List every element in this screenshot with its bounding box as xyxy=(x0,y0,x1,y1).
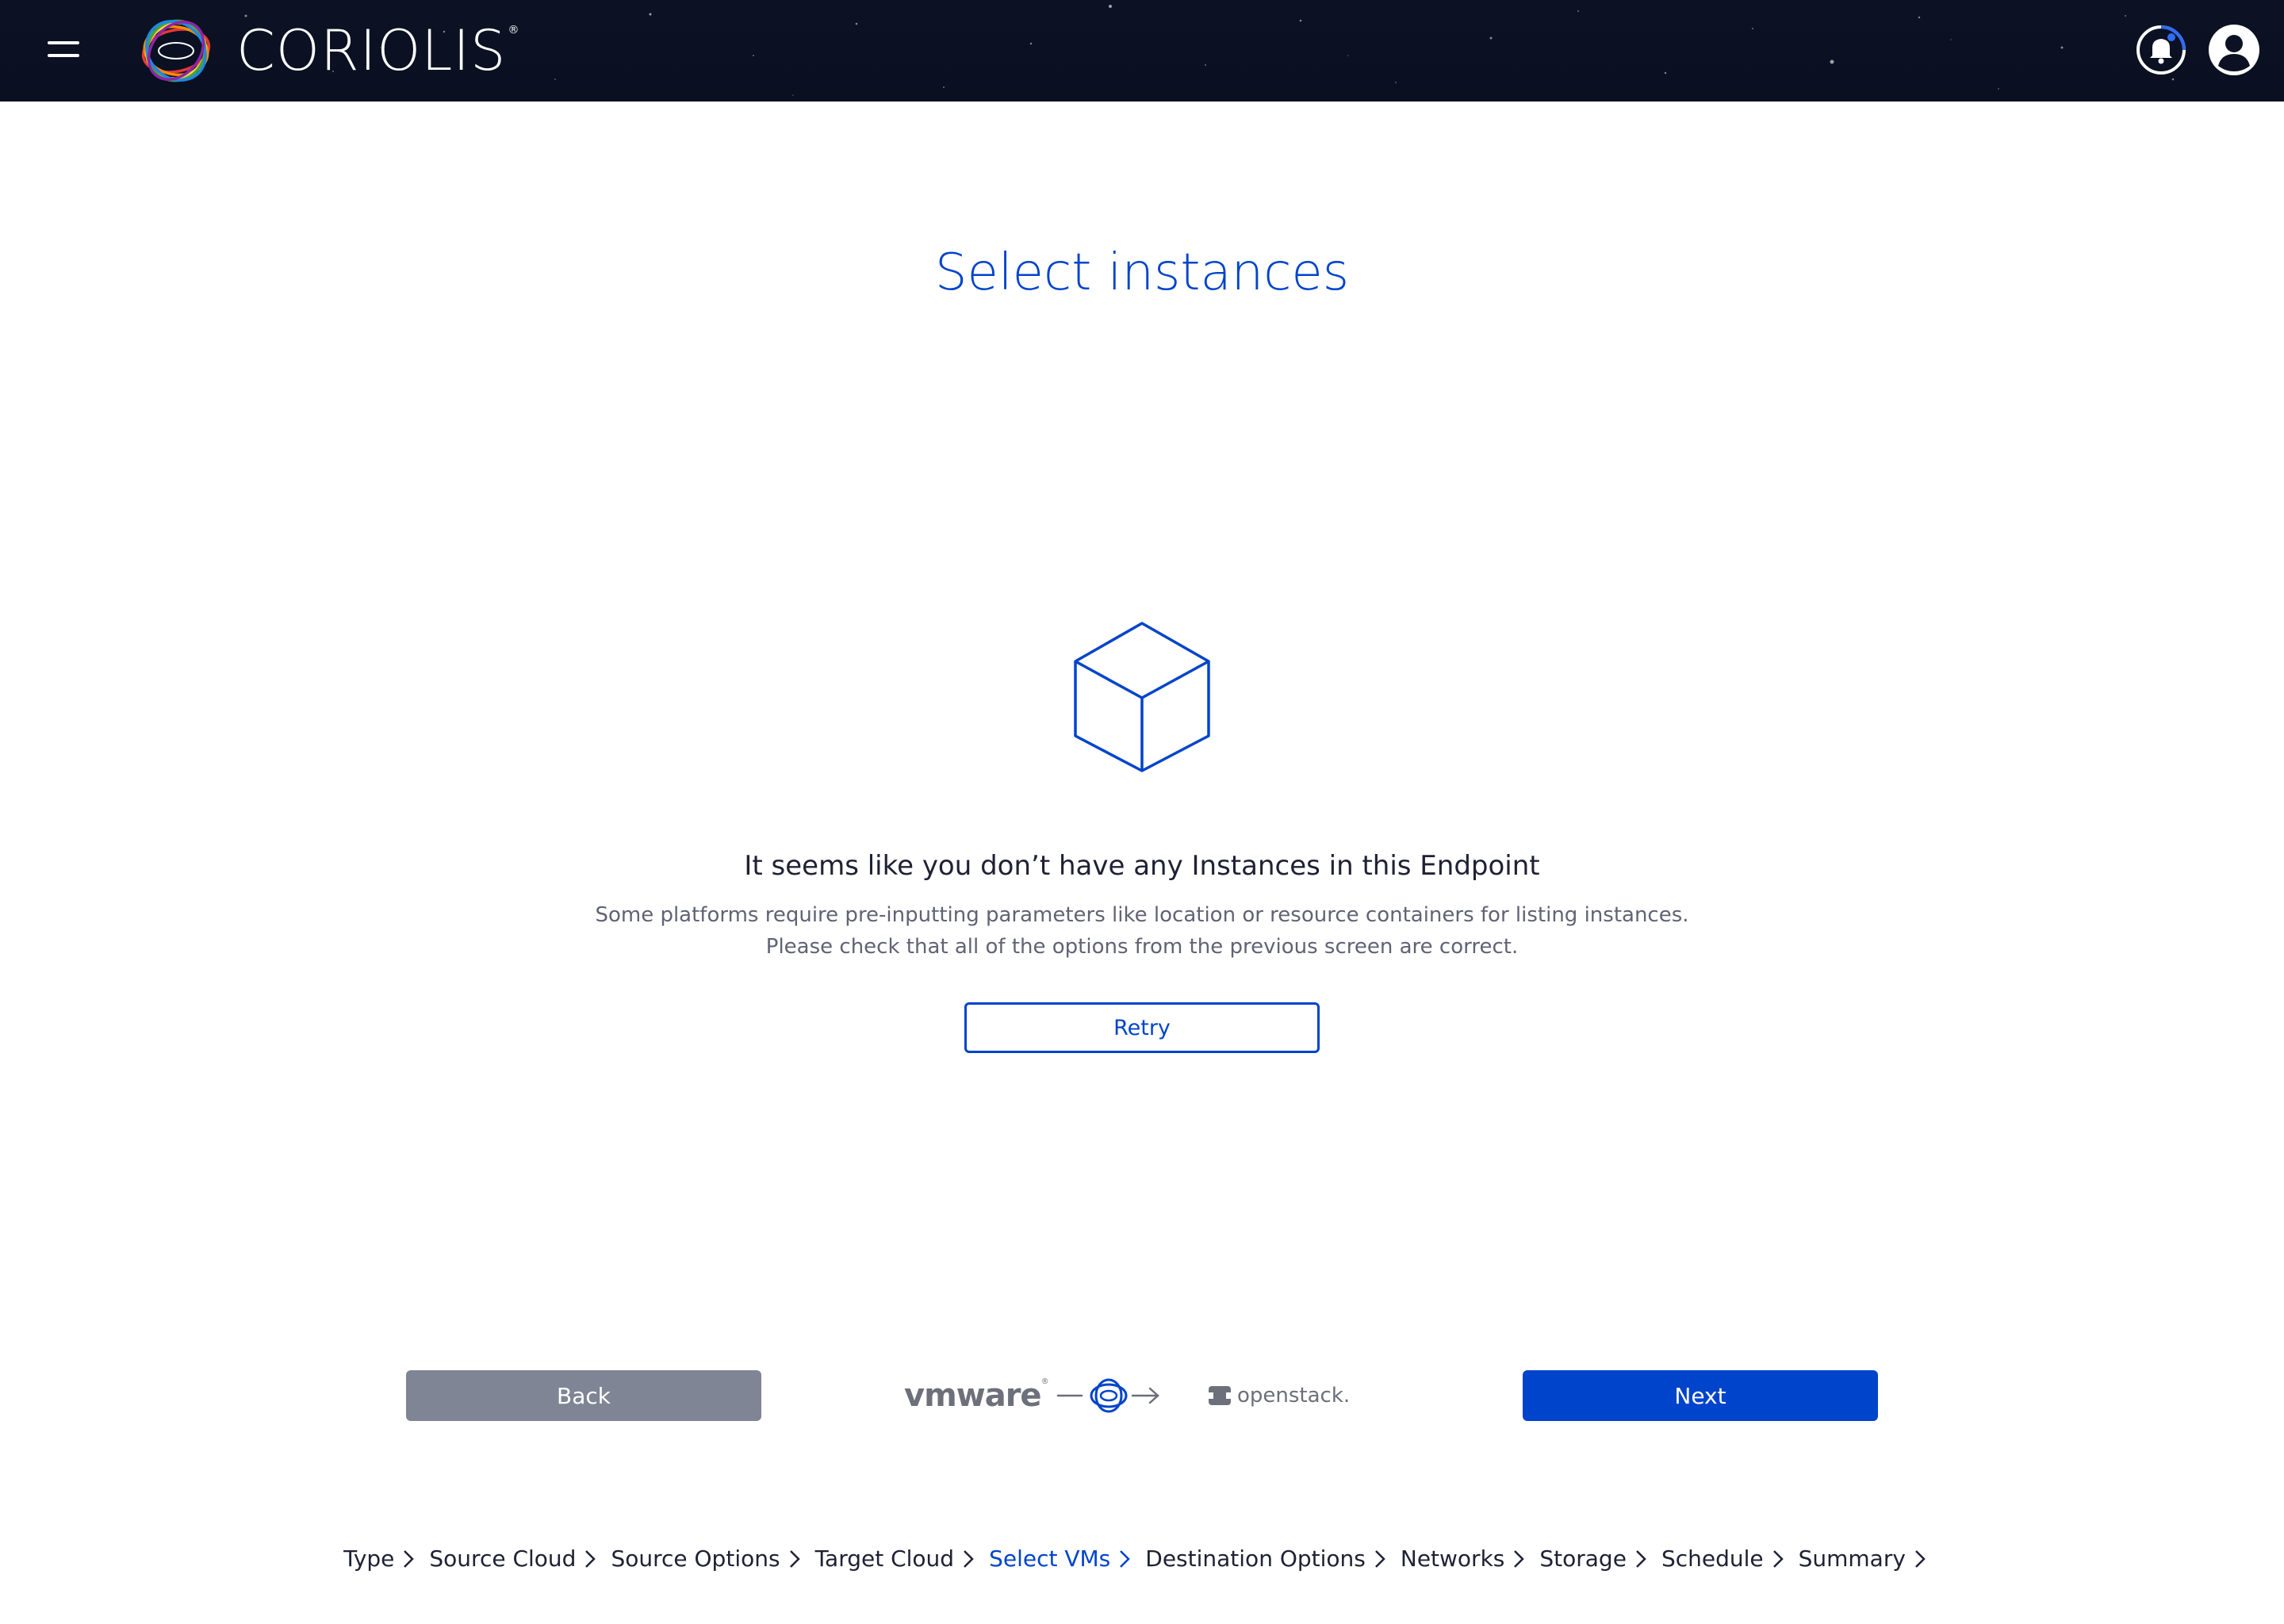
registered-mark: ® xyxy=(508,24,519,36)
step-label: Networks xyxy=(1400,1545,1505,1572)
chevron-right-icon xyxy=(1772,1550,1784,1568)
step-target-cloud[interactable]: Target Cloud xyxy=(815,1543,975,1575)
openstack-mark-icon xyxy=(1209,1386,1231,1405)
user-avatar-icon xyxy=(2209,25,2259,75)
coriolis-migration-arrow-icon xyxy=(1056,1378,1159,1413)
step-source-cloud[interactable]: Source Cloud xyxy=(429,1543,596,1575)
description-line-1: Some platforms require pre-inputting par… xyxy=(595,903,1689,927)
chevron-right-icon xyxy=(1636,1550,1646,1568)
step-source-options[interactable]: Source Options xyxy=(611,1543,800,1575)
chevron-right-icon xyxy=(404,1550,415,1568)
user-profile-button[interactable] xyxy=(2208,24,2260,76)
chevron-right-icon xyxy=(1120,1550,1131,1568)
page-title: Select instances xyxy=(934,243,1350,302)
openstack-logo: openstack. xyxy=(1207,1383,1350,1408)
step-label: Destination Options xyxy=(1145,1545,1366,1572)
openstack-wordmark: openstack. xyxy=(1237,1384,1351,1408)
bell-icon xyxy=(2136,25,2186,75)
menu-line xyxy=(48,41,79,44)
cube-icon xyxy=(1074,622,1210,772)
step-select-vms[interactable]: Select VMs xyxy=(989,1543,1131,1575)
step-storage[interactable]: Storage xyxy=(1539,1543,1647,1575)
next-button[interactable]: Next xyxy=(1523,1370,1878,1421)
wizard-steps-breadcrumb: Type Source Cloud Source Options Target … xyxy=(0,1543,2284,1575)
step-label: Select VMs xyxy=(989,1545,1111,1572)
vmware-wordmark: vmware xyxy=(904,1377,1042,1414)
brand-name: CORIOLIS xyxy=(236,18,507,83)
empty-state-description: Some platforms require pre-inputting par… xyxy=(0,899,2284,963)
step-label: Summary xyxy=(1798,1545,1906,1572)
step-label: Type xyxy=(343,1545,395,1572)
chevron-right-icon xyxy=(1514,1550,1525,1568)
hamburger-menu-button[interactable] xyxy=(44,35,82,67)
top-header: CORIOLIS ® xyxy=(0,0,2284,102)
step-label: Target Cloud xyxy=(814,1545,955,1572)
chevron-right-icon xyxy=(964,1550,974,1568)
chevron-right-icon xyxy=(1374,1550,1385,1568)
menu-line xyxy=(48,54,79,57)
step-label: Schedule xyxy=(1661,1545,1764,1572)
step-label: Source Options xyxy=(611,1545,780,1572)
step-summary[interactable]: Summary xyxy=(1799,1543,1926,1575)
migration-endpoints: vmware® openstack. xyxy=(904,1367,1380,1424)
chevron-right-icon xyxy=(789,1550,800,1568)
chevron-right-icon xyxy=(585,1550,596,1568)
step-networks[interactable]: Networks xyxy=(1401,1543,1526,1575)
back-button[interactable]: Back xyxy=(406,1370,761,1421)
step-schedule[interactable]: Schedule xyxy=(1661,1543,1784,1575)
step-label: Storage xyxy=(1539,1545,1627,1572)
retry-button[interactable]: Retry xyxy=(964,1002,1320,1053)
step-label: Source Cloud xyxy=(429,1545,577,1572)
description-line-2: Please check that all of the options fro… xyxy=(765,935,1519,959)
coriolis-logo[interactable]: CORIOLIS ® xyxy=(138,16,519,86)
step-type[interactable]: Type xyxy=(343,1543,415,1575)
vmware-logo: vmware® xyxy=(904,1377,1049,1414)
empty-state-heading: It seems like you don’t have any Instanc… xyxy=(744,850,1540,882)
step-destination-options[interactable]: Destination Options xyxy=(1145,1543,1386,1575)
vmware-registered-mark: ® xyxy=(1040,1377,1049,1386)
notifications-button[interactable] xyxy=(2135,24,2187,76)
header-actions xyxy=(2135,24,2260,76)
chevron-right-icon xyxy=(1915,1550,1926,1568)
coriolis-logo-icon xyxy=(141,19,211,82)
